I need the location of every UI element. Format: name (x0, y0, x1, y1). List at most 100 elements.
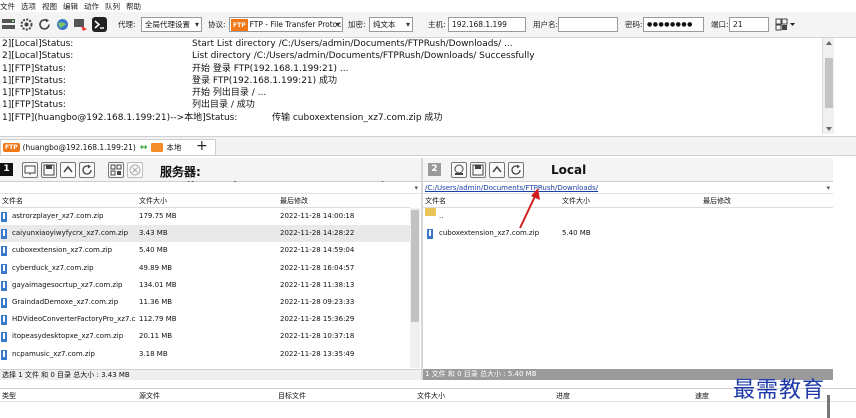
log-line: 1][FTP]Status: 列出目录 / 成功 (2, 100, 255, 111)
up-directory-icon[interactable] (60, 162, 76, 178)
zip-file-icon (1, 349, 7, 360)
zip-file-icon (1, 280, 7, 291)
save-icon[interactable] (470, 162, 486, 178)
proxy-label: 代理: (118, 20, 136, 29)
layout-dropdown-icon[interactable] (775, 17, 795, 32)
connection-toolbar: 代理: 全局代理设置 协议: FTPFTP - File Transfer Pr… (0, 12, 856, 38)
local-panel-toolbar: 2 Local (423, 158, 833, 182)
encrypt-label: 加密: (348, 20, 366, 29)
log-line: 1][FTP](huangbo@192.168.1.199:21)-->本地]S… (2, 112, 443, 123)
column-modified[interactable]: 最后修改 (703, 195, 731, 208)
disconnect-icon[interactable] (127, 162, 143, 178)
file-row[interactable]: itopeasydesktopxe_xz7.com.zip 20.11 MB 202… (0, 328, 410, 345)
protocol-value: FTP - File Transfer Protoco (249, 20, 343, 29)
menu-options[interactable]: 选项 (21, 1, 42, 12)
file-row[interactable]: gayaimagesocrtup_xz7.com.zip 134.01 MB 202… (0, 277, 410, 294)
zip-file-icon (1, 212, 7, 222)
column-filename[interactable]: 文件名 (2, 195, 23, 208)
log-line: 1][FTP]Status: 开始 登录 FTP(192.168.1.199:21… (2, 63, 349, 74)
terminal-icon[interactable] (92, 17, 107, 32)
server-list-scroll-thumb[interactable] (411, 210, 419, 322)
quick-connect-icon[interactable] (73, 17, 88, 32)
view-mode-icon[interactable] (108, 162, 124, 178)
encrypt-select[interactable]: 纯文本 (369, 17, 413, 32)
port-label: 端口: (711, 20, 729, 29)
file-row[interactable]: HDVideoConverterFactoryPro_xz7.c 112.79 M… (0, 311, 410, 328)
settings-gear-icon[interactable] (19, 17, 34, 32)
log-panel: 2][Local]Status: Start List directory /C:… (0, 38, 834, 134)
server-path-bar[interactable]: ▾ (0, 182, 421, 194)
local-drive-icon[interactable] (451, 162, 467, 178)
menu-edit[interactable]: 编辑 (63, 1, 84, 12)
proxy-select[interactable]: 全局代理设置 (141, 17, 202, 32)
queue-col-target[interactable]: 目标文件 (278, 389, 306, 403)
queue-col-progress[interactable]: 进度 (556, 389, 570, 403)
zip-file-icon (427, 229, 433, 240)
server-panel-toolbar: 1 服务器: FTP(huangbo@192.168.1.199:21) (0, 158, 421, 194)
zip-file-icon (1, 315, 7, 326)
queue-col-source[interactable]: 源文件 (139, 389, 160, 403)
protocol-label: 协议: (208, 20, 226, 29)
queue-col-size[interactable]: 文件大小 (417, 389, 445, 403)
queue-col-speed[interactable]: 速度 (695, 389, 709, 403)
chevron-down-icon[interactable]: ▾ (826, 182, 830, 194)
file-row[interactable]: astrorzplayer_xz7.com.zip 179.75 MB 2022-1… (0, 208, 410, 225)
globe-icon[interactable] (55, 17, 70, 32)
menu-action[interactable]: 动作 (84, 1, 105, 12)
column-filesize[interactable]: 文件大小 (139, 195, 167, 208)
host-label: 主机: (428, 20, 446, 29)
menu-help[interactable]: 帮助 (126, 1, 147, 12)
add-tab-button[interactable]: + (196, 138, 208, 154)
local-status-text: 1 文件 和 0 目录 总大小 : 5.40 MB (425, 370, 537, 378)
zip-file-icon (1, 263, 7, 274)
local-path-bar[interactable]: /C:/Users/admin/Documents/FTPRush/Downlo… (423, 182, 833, 194)
refresh-icon[interactable] (508, 162, 524, 178)
log-line: 2][Local]Status: List directory /C:/Users… (2, 51, 535, 62)
zip-file-icon (1, 332, 7, 343)
ftp-protocol-badge: FTP (231, 19, 248, 31)
connect-icon[interactable] (22, 162, 38, 178)
username-label: 用户名: (533, 20, 559, 29)
session-tab-label: (huangbo@192.168.1.199:21) (22, 143, 136, 152)
menu-queue[interactable]: 队列 (105, 1, 126, 12)
log-line: 1][FTP]Status: 登录 FTP(192.168.1.199:21) 成… (2, 75, 338, 86)
host-input[interactable]: 192.168.1.199 (448, 17, 526, 32)
ftp-badge: FTP (3, 143, 20, 152)
queue-col-type[interactable]: 类型 (2, 389, 16, 403)
server-manager-icon[interactable] (1, 17, 16, 32)
password-input[interactable]: ●●●●●●●● (643, 17, 704, 32)
server-status-bar: 选择 1 文件 和 0 目录 总大小 : 3.43 MB (0, 369, 421, 380)
up-directory-icon[interactable] (489, 162, 505, 178)
file-row[interactable]: cuboxextension_xz7.com.zip 5.40 MB (423, 225, 833, 242)
window-edge (827, 395, 830, 418)
transfer-queue-header: 类型 源文件 目标文件 文件大小 进度 速度 (0, 388, 856, 402)
panel-number-badge: 1 (0, 163, 13, 176)
protocol-select[interactable]: FTP FTP - File Transfer Protoco (229, 17, 343, 32)
menu-view[interactable]: 视图 (42, 1, 63, 12)
chevron-down-icon[interactable]: ▾ (414, 182, 418, 194)
session-tab-bar: FTP (huangbo@192.168.1.199:21) ↔ 本地 + (0, 136, 856, 156)
session-tab-local-label: 本地 (166, 143, 182, 152)
file-row-selected[interactable]: caiyunxiaoyiwyfycrx_xz7.com.zip 3.43 MB 20… (0, 225, 410, 243)
menu-file[interactable]: 文件 (0, 1, 21, 12)
annotation-arrow (519, 188, 540, 229)
file-row[interactable]: cuboxextension_xz7.com.zip 5.40 MB 2022-11… (0, 242, 410, 259)
local-panel-title: Local (551, 163, 587, 177)
save-icon[interactable] (41, 162, 57, 178)
column-modified[interactable]: 最后修改 (280, 195, 308, 208)
log-line: 1][FTP]Status: 开始 列出目录 / ... (2, 88, 267, 99)
parent-folder-row[interactable]: .. (423, 208, 833, 225)
session-tab[interactable]: FTP (huangbo@192.168.1.199:21) ↔ 本地 (0, 139, 216, 155)
log-scrollbar[interactable] (822, 38, 834, 134)
refresh-icon[interactable] (79, 162, 95, 178)
panel-number-badge: 2 (428, 163, 441, 176)
column-filesize[interactable]: 文件大小 (562, 195, 590, 208)
column-filename[interactable]: 文件名 (425, 195, 446, 208)
file-row[interactable]: cyberduck_xz7.com.zip 49.89 MB 2022-11-28 … (0, 260, 410, 277)
folder-icon (425, 208, 436, 216)
port-input[interactable]: 21 (729, 17, 769, 32)
username-input[interactable] (558, 17, 618, 32)
file-row[interactable]: ncpamusic_xz7.com.zip 3.18 MB 2022-11-28 1… (0, 346, 410, 363)
refresh-icon[interactable] (37, 17, 52, 32)
file-row[interactable]: GraindadDemoxe_xz7.com.zip 11.36 MB 2022-1… (0, 294, 410, 311)
